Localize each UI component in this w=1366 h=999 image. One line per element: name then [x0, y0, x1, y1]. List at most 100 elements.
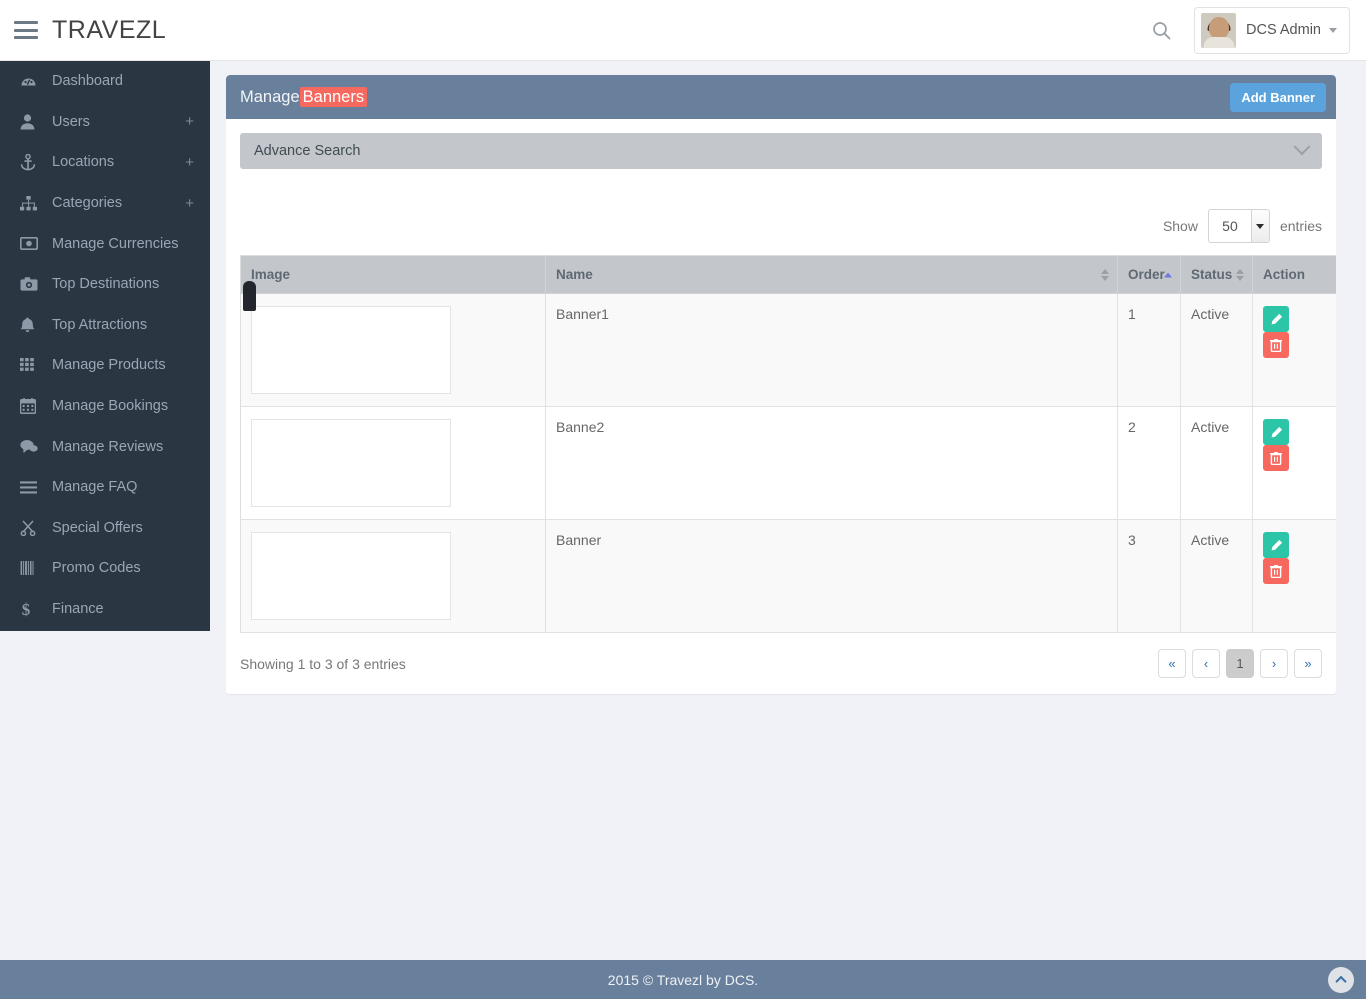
- pagination-first[interactable]: «: [1158, 649, 1186, 678]
- sidebar-item-top-attractions[interactable]: Top Attractions: [0, 305, 210, 346]
- sidebar: Dashboard Users + Locations + Categories…: [0, 61, 210, 631]
- expand-icon[interactable]: +: [185, 155, 194, 170]
- brand-logo[interactable]: TRAVEZL: [52, 16, 166, 45]
- sidebar-item-label: Dashboard: [52, 73, 123, 90]
- entries-summary: Showing 1 to 3 of 3 entries: [240, 655, 406, 672]
- sidebar-item-label: Users: [52, 113, 90, 130]
- header-right-group: DCS Admin: [1144, 6, 1366, 54]
- cell-image: [240, 519, 546, 633]
- user-menu[interactable]: DCS Admin: [1194, 6, 1350, 54]
- comments-icon: [20, 439, 42, 454]
- sidebar-item-manage-faq[interactable]: Manage FAQ: [0, 467, 210, 508]
- advance-search-toggle[interactable]: Advance Search: [240, 133, 1322, 169]
- column-header-status[interactable]: Status: [1180, 255, 1253, 294]
- table-row: Banner 3 Active: [240, 519, 1336, 633]
- add-banner-button[interactable]: Add Banner: [1230, 82, 1326, 112]
- table-header-row: Image Name Order Status Action: [240, 255, 1336, 294]
- sidebar-item-special-offers[interactable]: Special Offers: [0, 508, 210, 549]
- sort-ascending-icon: [1164, 272, 1172, 277]
- chevron-down-icon[interactable]: [1250, 210, 1269, 242]
- sidebar-item-manage-reviews[interactable]: Manage Reviews: [0, 426, 210, 467]
- cell-name: Banne2: [545, 406, 1118, 520]
- sidebar-item-label: Locations: [52, 154, 115, 171]
- scissors-icon: [20, 520, 42, 536]
- sidebar-item-manage-currencies[interactable]: Manage Currencies: [0, 223, 210, 264]
- barcode-icon: [20, 561, 42, 576]
- svg-text:$: $: [22, 601, 31, 618]
- pagination: « ‹ 1 › »: [1158, 649, 1322, 678]
- delete-button[interactable]: [1263, 332, 1289, 358]
- cell-action: [1252, 519, 1336, 633]
- table-footer: Showing 1 to 3 of 3 entries « ‹ 1 › »: [240, 649, 1322, 678]
- banner-thumbnail[interactable]: [243, 281, 451, 394]
- sidebar-item-dashboard[interactable]: Dashboard: [0, 61, 210, 102]
- edit-button[interactable]: [1263, 532, 1289, 558]
- search-icon[interactable]: [1144, 13, 1178, 47]
- pagination-next[interactable]: ›: [1260, 649, 1288, 678]
- column-label: Status: [1191, 267, 1233, 282]
- table-row: Banner1 1 Active: [240, 281, 1336, 407]
- sidebar-item-label: Manage Products: [52, 357, 166, 374]
- sidebar-item-label: Top Attractions: [52, 316, 148, 333]
- panel-header: Manage Banners Add Banner: [226, 75, 1336, 119]
- sidebar-item-manage-products[interactable]: Manage Products: [0, 345, 210, 386]
- banner-thumbnail[interactable]: [251, 532, 451, 620]
- sidebar-item-locations[interactable]: Locations +: [0, 142, 210, 183]
- column-header-order[interactable]: Order: [1117, 255, 1181, 294]
- page-length-select[interactable]: 50: [1207, 209, 1270, 243]
- cell-name: Banner1: [545, 293, 1118, 407]
- sort-both-icon: [1101, 268, 1109, 281]
- column-header-name[interactable]: Name: [545, 255, 1118, 294]
- delete-button[interactable]: [1263, 445, 1289, 471]
- sidebar-item-categories[interactable]: Categories +: [0, 183, 210, 224]
- sidebar-item-promo-codes[interactable]: Promo Codes: [0, 548, 210, 589]
- pagination-last[interactable]: »: [1294, 649, 1322, 678]
- sitemap-icon: [20, 195, 42, 211]
- chevron-down-icon[interactable]: [1293, 138, 1311, 156]
- page-footer: 2015 © Travezl by DCS.: [0, 960, 1366, 999]
- user-name: DCS Admin: [1246, 22, 1321, 38]
- menu-toggle-icon[interactable]: [14, 21, 38, 39]
- pagination-previous[interactable]: ‹: [1192, 649, 1220, 678]
- copyright-text: 2015 © Travezl by DCS.: [607, 971, 759, 988]
- entries-label: entries: [1279, 218, 1322, 234]
- page-title-highlight: Banners: [299, 86, 368, 107]
- cell-status: Active: [1180, 519, 1253, 633]
- sidebar-item-label: Manage Bookings: [52, 398, 169, 415]
- cell-action: [1252, 293, 1336, 407]
- edit-button[interactable]: [1263, 419, 1289, 445]
- column-header-action: Action: [1252, 255, 1336, 294]
- panel-body: Advance Search Show 50 entries Image Nam…: [226, 119, 1336, 694]
- column-label: Image: [251, 267, 291, 282]
- top-header: TRAVEZL DCS Admin: [0, 0, 1366, 61]
- cell-name: Banner: [545, 519, 1118, 633]
- pagination-page-1[interactable]: 1: [1226, 649, 1254, 678]
- column-header-image: Image: [240, 255, 546, 294]
- sidebar-item-label: Categories: [52, 195, 123, 212]
- cell-image: [240, 281, 546, 407]
- sidebar-item-finance[interactable]: $ Finance: [0, 589, 210, 630]
- sidebar-item-label: Special Offers: [52, 519, 143, 536]
- anchor-icon: [20, 153, 42, 171]
- banner-thumbnail[interactable]: [251, 419, 451, 507]
- cell-status: Active: [1180, 293, 1253, 407]
- sidebar-item-users[interactable]: Users +: [0, 102, 210, 143]
- expand-icon[interactable]: +: [185, 196, 194, 211]
- column-label: Order: [1128, 267, 1165, 282]
- expand-icon[interactable]: +: [185, 114, 194, 129]
- list-icon: [20, 481, 42, 494]
- show-label: Show: [1162, 218, 1198, 234]
- delete-button[interactable]: [1263, 558, 1289, 584]
- table-row: Banne2 2 Active: [240, 406, 1336, 520]
- avatar: [1201, 12, 1237, 48]
- scroll-to-top-button[interactable]: [1328, 966, 1354, 993]
- calendar-icon: [20, 398, 42, 414]
- cell-action: [1252, 406, 1336, 520]
- sidebar-item-top-destinations[interactable]: Top Destinations: [0, 264, 210, 305]
- manage-banners-panel: Manage Banners Add Banner Advance Search …: [226, 75, 1336, 694]
- edit-button[interactable]: [1263, 306, 1289, 332]
- dollar-icon: $: [20, 601, 42, 618]
- main-content: Manage Banners Add Banner Advance Search …: [210, 61, 1366, 938]
- chevron-down-icon: [1329, 27, 1337, 33]
- sidebar-item-manage-bookings[interactable]: Manage Bookings: [0, 386, 210, 427]
